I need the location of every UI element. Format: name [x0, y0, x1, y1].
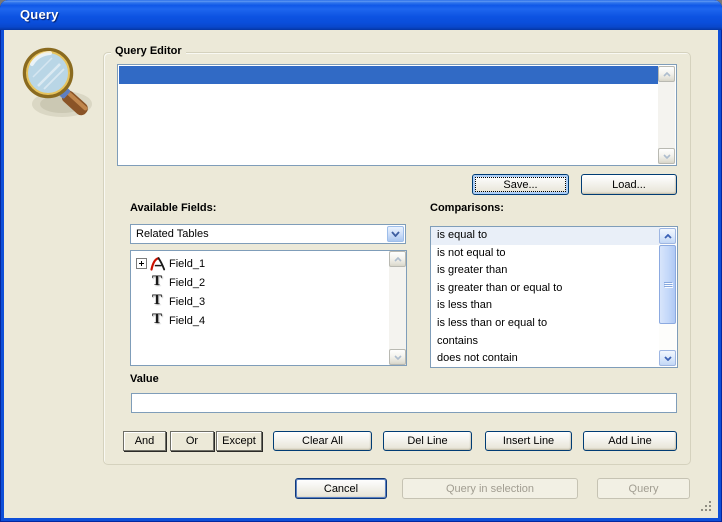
insert-line-button[interactable]: Insert Line — [485, 431, 572, 451]
query-button[interactable]: Query — [597, 478, 690, 499]
scroll-down-icon[interactable] — [389, 349, 406, 365]
tree-item-label: Field_3 — [169, 296, 205, 308]
query-editor-list[interactable] — [117, 64, 677, 166]
comparison-item[interactable]: is less than or equal to — [431, 315, 660, 333]
tree-item-label: Field_2 — [169, 277, 205, 289]
tree-item-field-3[interactable]: Field_3 — [136, 292, 386, 311]
tree-item-field-1[interactable]: Field_1 — [136, 254, 386, 273]
available-fields-label: Available Fields: — [130, 202, 216, 214]
window-title: Query — [20, 7, 59, 22]
text-t-icon — [150, 294, 166, 310]
query-in-selection-button[interactable]: Query in selection — [402, 478, 578, 499]
tree-item-label: Field_4 — [169, 315, 205, 327]
comparison-item[interactable]: is equal to — [431, 227, 660, 245]
expand-plus-icon[interactable] — [136, 258, 147, 269]
comparison-item[interactable]: contains — [431, 333, 660, 351]
resize-grip[interactable] — [701, 501, 703, 503]
comparison-item[interactable]: is not equal to — [431, 245, 660, 263]
comparison-item[interactable]: does not contain — [431, 350, 660, 368]
scroll-down-icon[interactable] — [658, 148, 675, 164]
add-line-button[interactable]: Add Line — [583, 431, 677, 451]
del-line-button[interactable]: Del Line — [383, 431, 472, 451]
scroll-down-icon[interactable] — [659, 350, 676, 366]
query-dialog: Query Query Editor — [0, 0, 722, 522]
comparison-item[interactable]: is greater than or equal to — [431, 280, 660, 298]
scrollbar-thumb[interactable] — [659, 245, 676, 324]
dropdown-value: Related Tables — [136, 228, 209, 240]
text-t-icon — [150, 275, 166, 291]
comparisons-label: Comparisons: — [430, 202, 504, 214]
related-tables-dropdown[interactable]: Related Tables — [130, 224, 406, 244]
query-editor-selected-row[interactable] — [119, 66, 658, 84]
scroll-up-icon[interactable] — [658, 66, 675, 82]
load-button[interactable]: Load... — [581, 174, 677, 195]
except-button[interactable]: Except — [216, 431, 262, 451]
tree-scrollbar[interactable] — [389, 251, 406, 365]
scroll-up-icon[interactable] — [659, 228, 676, 244]
comparisons-scrollbar[interactable] — [659, 228, 676, 366]
or-button[interactable]: Or — [170, 431, 214, 451]
available-fields-tree[interactable]: Field_1 Field_2 Field_3 Field_4 — [130, 250, 407, 366]
chevron-down-icon[interactable] — [387, 226, 404, 242]
scroll-up-icon[interactable] — [389, 251, 406, 267]
comparison-item[interactable]: is less than — [431, 297, 660, 315]
query-editor-group-label: Query Editor — [111, 45, 186, 57]
comparisons-list[interactable]: is equal to is not equal to is greater t… — [430, 226, 678, 368]
clear-all-button[interactable]: Clear All — [273, 431, 372, 451]
magnifier-icon — [16, 42, 104, 134]
character-a-icon — [150, 256, 166, 272]
tree-item-label: Field_1 — [169, 258, 205, 270]
comparison-item[interactable]: is greater than — [431, 262, 660, 280]
text-t-icon — [150, 313, 166, 329]
tree-item-field-4[interactable]: Field_4 — [136, 311, 386, 330]
save-button[interactable]: Save... — [472, 174, 569, 195]
tree-item-field-2[interactable]: Field_2 — [136, 273, 386, 292]
value-label: Value — [130, 373, 159, 385]
value-input[interactable] — [131, 393, 677, 413]
titlebar[interactable]: Query — [0, 0, 722, 30]
query-editor-scrollbar[interactable] — [658, 66, 675, 164]
and-button[interactable]: And — [123, 431, 166, 451]
cancel-button[interactable]: Cancel — [295, 478, 387, 499]
